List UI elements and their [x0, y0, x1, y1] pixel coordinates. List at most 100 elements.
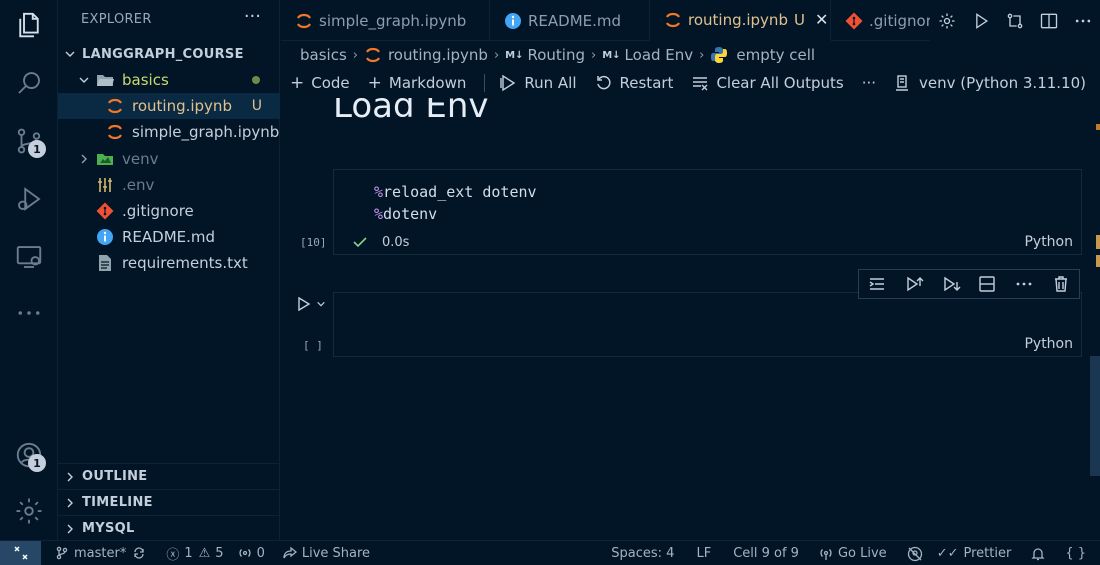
- toolbar-more-button[interactable]: ···: [862, 74, 876, 92]
- code-line-2[interactable]: %dotenv: [374, 205, 437, 223]
- plus-icon: +: [367, 73, 382, 93]
- run-by-line-icon[interactable]: [867, 274, 887, 294]
- outline-section[interactable]: OUTLINE: [58, 463, 280, 489]
- tab-readme[interactable]: README.md: [490, 0, 650, 41]
- breadcrumb-folder[interactable]: basics: [300, 46, 347, 64]
- tab-gitignore[interactable]: .gitignore: [831, 0, 931, 41]
- ports-count: 0: [256, 545, 265, 561]
- kernel-picker[interactable]: venv (Python 3.11.10): [893, 70, 1086, 96]
- tree-file-routing[interactable]: routing.ipynb U: [58, 93, 280, 119]
- tab-simple-graph[interactable]: simple_graph.ipynb: [281, 0, 490, 41]
- bell-icon: [1031, 547, 1045, 560]
- folder-open-icon: [96, 71, 114, 89]
- notebook-editor: Load Env %reload_ext dotenv %dotenv 0.0s…: [281, 98, 1100, 540]
- tree-file-simple-graph[interactable]: simple_graph.ipynb: [58, 119, 280, 145]
- indentation-label: Spaces: 4: [611, 546, 675, 561]
- tree-folder-basics[interactable]: basics: [58, 67, 280, 93]
- execution-count: [10]: [300, 236, 327, 249]
- ports-indicator[interactable]: 0: [238, 546, 265, 561]
- tree-item-label: venv: [122, 150, 159, 168]
- cell-language[interactable]: Python: [1024, 336, 1073, 352]
- scrollbar-thumb[interactable]: [1090, 356, 1100, 476]
- tree-folder-venv[interactable]: venv: [58, 146, 280, 172]
- go-live-button[interactable]: Go Live: [819, 546, 887, 561]
- broadcast-icon: [239, 549, 251, 557]
- run-above-icon[interactable]: [904, 274, 924, 294]
- execution-status: 0.0s: [352, 234, 409, 250]
- explorer-icon[interactable]: [10, 6, 48, 44]
- split-editor-icon[interactable]: [1039, 11, 1059, 31]
- mysql-section[interactable]: MYSQL: [58, 515, 280, 541]
- chevron-down-icon: [65, 51, 75, 57]
- live-share-button[interactable]: Live Share: [283, 546, 370, 561]
- code-line-1[interactable]: %reload_ext dotenv: [374, 183, 537, 201]
- run-debug-icon[interactable]: [10, 180, 48, 218]
- restart-button[interactable]: Restart: [595, 74, 673, 92]
- indentation-indicator[interactable]: Spaces: 4: [611, 546, 674, 561]
- prettier-button[interactable]: ✓✓ Prettier: [937, 546, 1012, 561]
- restart-icon: [596, 75, 611, 90]
- branch-indicator[interactable]: master*: [55, 546, 146, 561]
- status-bar-right: Spaces: 4 LF Cell 9 of 9 Go Live ✓✓ Pret…: [611, 541, 1100, 565]
- split-cell-icon[interactable]: [977, 274, 997, 294]
- toolbar-label: Markdown: [388, 74, 467, 92]
- cell-toolbar: [858, 269, 1080, 299]
- problems-indicator[interactable]: ⓧ 1 ⚠ 5: [166, 544, 223, 563]
- language-mode-button[interactable]: { }: [1065, 546, 1086, 561]
- clear-outputs-button[interactable]: Clear All Outputs: [691, 74, 844, 92]
- run-below-icon[interactable]: [941, 274, 961, 294]
- compare-changes-icon[interactable]: [1005, 11, 1025, 31]
- breadcrumb-file[interactable]: routing.ipynb: [388, 46, 488, 64]
- more-actions-icon[interactable]: [1073, 11, 1093, 31]
- tab-routing[interactable]: routing.ipynb U ✕: [650, 0, 831, 41]
- scrollbar-marker: [1096, 124, 1100, 130]
- code-cell-2[interactable]: Python: [333, 292, 1082, 357]
- breadcrumb-section[interactable]: Load Env: [625, 46, 694, 64]
- timeline-section[interactable]: TIMELINE: [58, 489, 280, 515]
- code-cell-1[interactable]: %reload_ext dotenv %dotenv 0.0s Python: [333, 169, 1082, 255]
- breadcrumb-cell[interactable]: empty cell: [736, 46, 815, 64]
- run-all-button[interactable]: Run All: [499, 74, 577, 92]
- more-icon[interactable]: [1014, 274, 1034, 294]
- run-cell-button[interactable]: [296, 296, 326, 312]
- tree-file-env[interactable]: .env: [58, 172, 280, 198]
- cell-language[interactable]: Python: [1024, 234, 1073, 250]
- explorer-sidebar: EXPLORER ··· LANGGRAPH_COURSE basics rou…: [58, 0, 280, 540]
- jupyter-icon: [664, 11, 682, 29]
- sidebar-more-icon[interactable]: ···: [244, 6, 261, 27]
- run-icon[interactable]: [971, 11, 991, 31]
- accounts-status-icon[interactable]: [907, 546, 923, 562]
- breadcrumb-section[interactable]: Routing: [527, 46, 585, 64]
- close-tab-icon[interactable]: ✕: [815, 10, 828, 29]
- eol-indicator[interactable]: LF: [696, 546, 711, 561]
- search-icon[interactable]: [10, 64, 48, 102]
- tree-file-gitignore[interactable]: .gitignore: [58, 198, 280, 224]
- chevron-right-icon: ›: [352, 47, 358, 63]
- chevron-right-icon: [67, 498, 73, 507]
- add-code-cell-button[interactable]: + Code: [290, 73, 350, 93]
- tree-root[interactable]: LANGGRAPH_COURSE: [58, 41, 280, 67]
- trash-icon[interactable]: [1051, 274, 1071, 294]
- gear-icon[interactable]: [937, 11, 957, 31]
- chevron-down-icon: [79, 77, 89, 83]
- tab-label: README.md: [528, 11, 622, 30]
- sync-icon[interactable]: [132, 546, 146, 560]
- go-live-label: Go Live: [837, 546, 887, 561]
- settings-gear-icon[interactable]: [10, 492, 48, 530]
- untracked-marker: U: [793, 10, 805, 29]
- env-settings-icon: [96, 176, 114, 194]
- remote-explorer-icon[interactable]: [10, 238, 48, 276]
- cell-position-label: Cell 9 of 9: [733, 546, 799, 561]
- untracked-marker: U: [251, 98, 262, 114]
- warning-icon: ⚠: [198, 545, 211, 561]
- add-markdown-cell-button[interactable]: + Markdown: [368, 73, 467, 93]
- tree-file-requirements[interactable]: requirements.txt: [58, 250, 280, 276]
- modified-dot: [252, 76, 260, 84]
- remote-indicator[interactable]: [0, 540, 41, 565]
- accounts-icon[interactable]: 1: [10, 436, 48, 474]
- tree-file-readme[interactable]: README.md: [58, 224, 280, 250]
- source-control-icon[interactable]: 1: [10, 122, 48, 160]
- cell-position-indicator[interactable]: Cell 9 of 9: [733, 546, 799, 561]
- more-views-icon[interactable]: [10, 294, 48, 332]
- notifications-button[interactable]: [1031, 547, 1045, 561]
